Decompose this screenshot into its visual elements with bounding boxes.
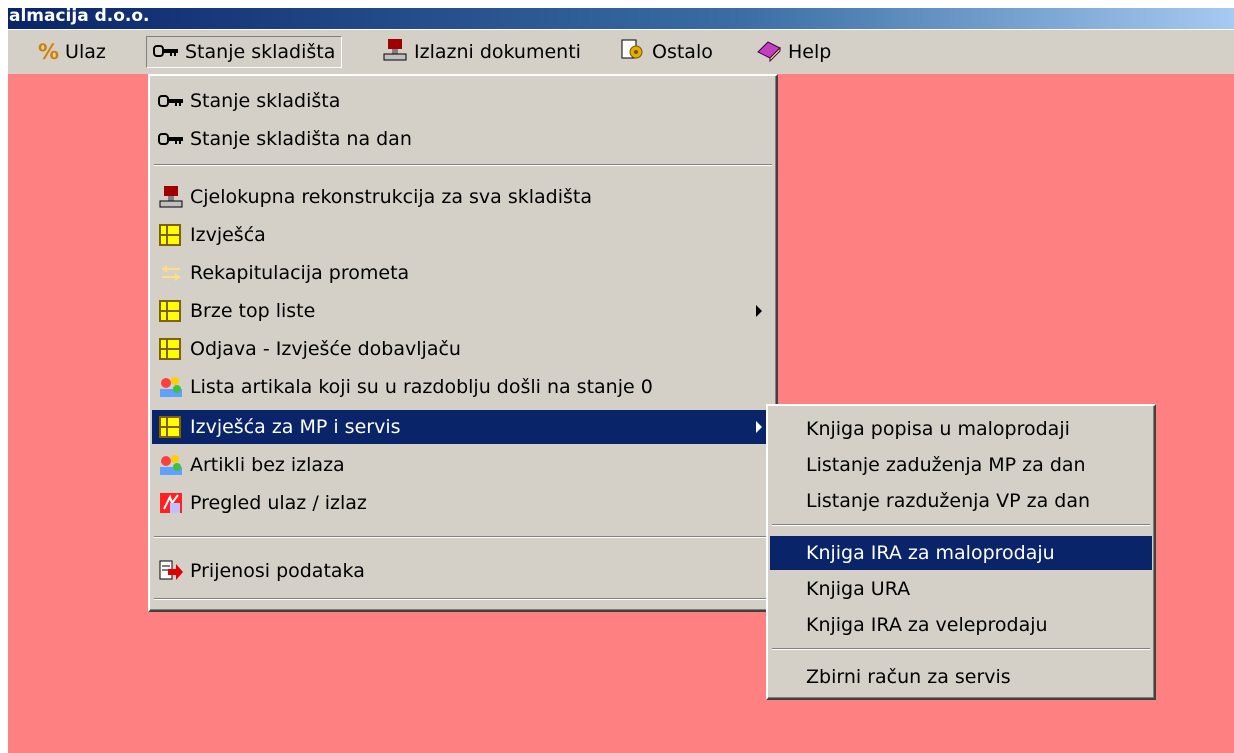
menu-ostalo[interactable]: Ostalo bbox=[614, 36, 719, 68]
menu-label: Izlazni dokumenti bbox=[414, 41, 581, 63]
submenu-arrow-icon bbox=[756, 305, 762, 317]
book-icon bbox=[756, 38, 782, 67]
window-title: almacija d.o.o. bbox=[9, 8, 150, 26]
menu-help[interactable]: Help bbox=[750, 36, 837, 68]
inout-icon bbox=[158, 491, 184, 515]
menu-item-label: Izvješća za MP i servis bbox=[190, 416, 401, 438]
menu-item-label: Pregled ulaz / izlaz bbox=[190, 492, 367, 514]
key-icon bbox=[158, 127, 184, 151]
menu-item-artikli-bez-izlaza[interactable]: Artikli bez izlaza bbox=[152, 448, 774, 482]
transfer-icon bbox=[158, 559, 184, 583]
report-icon bbox=[158, 299, 184, 323]
menu-item-label: Zbirni račun za servis bbox=[806, 666, 1011, 688]
menu-item-label: Listanje razduženja VP za dan bbox=[806, 490, 1090, 512]
articles-icon bbox=[158, 375, 184, 399]
menu-item-izvjesca[interactable]: Izvješća bbox=[152, 218, 774, 252]
menu-item-label: Odjava - Izvješće dobavljaču bbox=[190, 338, 461, 360]
percent-icon: % bbox=[38, 40, 60, 64]
menu-item-label: Lista artikala koji su u razdoblju došli… bbox=[190, 376, 653, 398]
menu-item-label: Artikli bez izlaza bbox=[190, 454, 345, 476]
window-title-bar: almacija d.o.o. bbox=[8, 8, 1234, 29]
menu-item-brze-top-liste[interactable]: Brze top liste bbox=[152, 294, 774, 328]
stanje-skladista-menu: Stanje skladišta Stanje skladišta na dan… bbox=[148, 74, 778, 612]
menu-label: Ostalo bbox=[652, 41, 713, 63]
menu-item-stanje-skladista-na-dan[interactable]: Stanje skladišta na dan bbox=[152, 122, 774, 156]
submenu-arrow-icon bbox=[756, 421, 762, 433]
menu-izlazni-dokumenti[interactable]: Izlazni dokumenti bbox=[376, 36, 587, 68]
menu-item-lista-artikala-stanje-0[interactable]: Lista artikala koji su u razdoblju došli… bbox=[152, 370, 774, 404]
submenu-item-listanje-zaduzenja-mp[interactable]: Listanje zaduženja MP za dan bbox=[770, 448, 1152, 482]
menu-label: Ulaz bbox=[65, 41, 106, 63]
menu-label: Stanje skladišta bbox=[185, 41, 336, 63]
key-icon bbox=[158, 89, 184, 113]
menu-item-label: Listanje zaduženja MP za dan bbox=[806, 454, 1086, 476]
submenu-item-listanje-razduzenja-vp[interactable]: Listanje razduženja VP za dan bbox=[770, 484, 1152, 518]
menu-ulaz[interactable]: % Ulaz bbox=[32, 36, 112, 68]
stamp-icon bbox=[382, 38, 408, 67]
menu-item-label: Stanje skladišta na dan bbox=[190, 128, 412, 150]
report-icon bbox=[158, 415, 184, 439]
menu-item-label: Izvješća bbox=[190, 224, 266, 246]
menu-bar: % Ulaz Stanje skladišta Izlazni dokument… bbox=[8, 30, 1234, 74]
menu-item-label: Knjiga IRA za maloprodaju bbox=[806, 542, 1055, 564]
menu-separator bbox=[154, 536, 772, 538]
submenu-item-zbirni-racun-za-servis[interactable]: Zbirni račun za servis bbox=[770, 660, 1152, 694]
articles-icon bbox=[158, 453, 184, 477]
menu-separator bbox=[772, 524, 1150, 526]
menu-item-label: Cjelokupna rekonstrukcija za sva skladiš… bbox=[190, 186, 592, 208]
menu-item-label: Knjiga popisa u maloprodaji bbox=[806, 418, 1070, 440]
report-icon bbox=[158, 337, 184, 361]
tools-icon bbox=[620, 38, 646, 67]
menu-item-label: Prijenosi podataka bbox=[190, 560, 365, 582]
menu-item-label: Knjiga IRA za veleprodaju bbox=[806, 614, 1048, 636]
menu-item-label: Knjiga URA bbox=[806, 578, 911, 600]
menu-item-odjava-izvjesce-dobavljacu[interactable]: Odjava - Izvješće dobavljaču bbox=[152, 332, 774, 366]
submenu-item-knjiga-ura[interactable]: Knjiga URA bbox=[770, 572, 1152, 606]
menu-separator bbox=[154, 164, 772, 166]
menu-item-label: Rekapitulacija prometa bbox=[190, 262, 410, 284]
submenu-item-knjiga-ira-za-maloprodaju[interactable]: Knjiga IRA za maloprodaju bbox=[770, 536, 1152, 570]
report-icon bbox=[158, 223, 184, 247]
menu-item-izvjesca-za-mp-i-servis[interactable]: Izvješća za MP i servis bbox=[152, 410, 774, 444]
menu-item-label: Brze top liste bbox=[190, 300, 316, 322]
menu-separator bbox=[154, 598, 772, 600]
stamp-icon bbox=[158, 185, 184, 209]
menu-label: Help bbox=[788, 41, 832, 63]
recap-icon bbox=[158, 261, 184, 285]
izvjesca-za-mp-submenu: Knjiga popisa u maloprodaji Listanje zad… bbox=[766, 404, 1156, 700]
submenu-item-knjiga-ira-za-veleprodaju[interactable]: Knjiga IRA za veleprodaju bbox=[770, 608, 1152, 642]
menu-item-rekapitulacija-prometa[interactable]: Rekapitulacija prometa bbox=[152, 256, 774, 290]
menu-item-prijenosi-podataka[interactable]: Prijenosi podataka bbox=[152, 554, 774, 588]
key-icon bbox=[153, 41, 179, 63]
menu-item-cjelokupna-rekonstrukcija[interactable]: Cjelokupna rekonstrukcija za sva skladiš… bbox=[152, 180, 774, 214]
menu-item-pregled-ulaz-izlaz[interactable]: Pregled ulaz / izlaz bbox=[152, 486, 774, 520]
menu-item-label: Stanje skladišta bbox=[190, 90, 341, 112]
menu-item-stanje-skladista[interactable]: Stanje skladišta bbox=[152, 84, 774, 118]
submenu-item-knjiga-popisa-u-maloprodaji[interactable]: Knjiga popisa u maloprodaji bbox=[770, 412, 1152, 446]
menu-separator bbox=[772, 648, 1150, 650]
menu-stanje-skladista[interactable]: Stanje skladišta bbox=[146, 36, 343, 68]
